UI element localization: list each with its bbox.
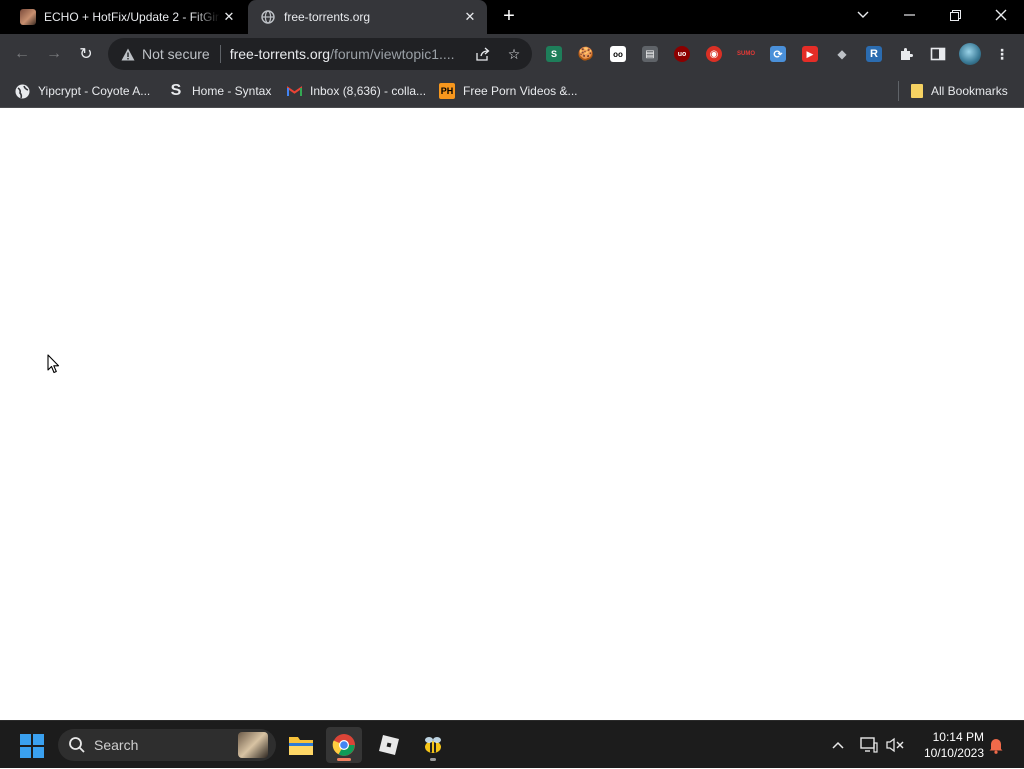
- warning-icon[interactable]: [120, 46, 136, 62]
- fitgirl-favicon-icon: [20, 9, 36, 25]
- file-explorer-button[interactable]: [283, 727, 319, 763]
- windows-logo-icon: [33, 747, 44, 758]
- windows-taskbar: Search 10:14 PM 10/10/2023: [0, 720, 1024, 768]
- youtube-extension-icon[interactable]: ▶: [802, 46, 818, 62]
- close-tab-icon[interactable]: ✕: [220, 8, 238, 26]
- back-button[interactable]: ←: [10, 42, 34, 66]
- tab-fitgirl[interactable]: ECHO + HotFix/Update 2 - FitGirl Repacks…: [8, 0, 246, 34]
- all-bookmarks-label: All Bookmarks: [931, 84, 1008, 98]
- extensions-puzzle-icon[interactable]: [898, 46, 914, 62]
- side-panel-icon[interactable]: [930, 46, 946, 62]
- bee-app-icon: [425, 737, 441, 753]
- forward-button[interactable]: →: [42, 42, 66, 66]
- close-tab-icon[interactable]: ✕: [461, 8, 479, 26]
- clock-date: 10/10/2023: [923, 746, 984, 760]
- profile-avatar-icon[interactable]: [959, 43, 981, 65]
- gmail-icon: [286, 83, 302, 99]
- windows-logo-icon: [33, 734, 44, 745]
- bookmark-label: Home - Syntax: [192, 84, 272, 98]
- taskbar-search[interactable]: Search: [58, 729, 276, 761]
- volume-muted-icon: [886, 737, 904, 753]
- address-bar[interactable]: Not secure free-torrents.org/forum/viewt…: [108, 38, 532, 70]
- translate-extension-icon[interactable]: ⟳: [770, 46, 786, 62]
- running-app-indicator: [430, 758, 436, 761]
- tab-search-button[interactable]: [840, 0, 886, 30]
- bookmark-label: Yipcrypt - Coyote A...: [38, 84, 151, 98]
- browser-extension-icon[interactable]: ▤: [642, 46, 658, 62]
- notification-bell-icon: [989, 739, 1003, 754]
- search-icon: [69, 737, 85, 753]
- gray-extension-icon[interactable]: ◆: [834, 46, 850, 62]
- search-label: Search: [94, 737, 139, 753]
- network-icon-button[interactable]: [858, 721, 880, 769]
- bookmark-yipcrypt[interactable]: Yipcrypt - Coyote A...: [14, 82, 150, 100]
- windows-logo-icon: [20, 734, 31, 745]
- restore-button[interactable]: [932, 0, 978, 30]
- browser-window: ECHO + HotFix/Update 2 - FitGirl Repacks…: [0, 0, 1024, 768]
- bookmark-syntax[interactable]: S Home - Syntax: [168, 82, 272, 100]
- ph-icon: PH: [439, 83, 455, 99]
- ghost-extension-icon[interactable]: oo: [610, 46, 626, 62]
- ublock-extension-icon[interactable]: uo: [674, 46, 690, 62]
- globe-icon: [260, 9, 276, 25]
- bookmark-label: Free Porn Videos &...: [463, 84, 578, 98]
- roblox-button[interactable]: [371, 727, 407, 763]
- tab-strip: ECHO + HotFix/Update 2 - FitGirl Repacks…: [0, 0, 1024, 34]
- s-letter-icon: S: [170, 82, 182, 99]
- chrome-icon: [332, 734, 355, 756]
- cookie-extension-icon[interactable]: 🍪: [578, 46, 594, 62]
- more-menu-icon[interactable]: ⋮: [994, 46, 1010, 62]
- bookmark-ph[interactable]: PH Free Porn Videos &...: [439, 82, 578, 100]
- share-icon[interactable]: [474, 46, 490, 62]
- page-content[interactable]: [0, 109, 1024, 720]
- close-window-button[interactable]: [978, 0, 1024, 30]
- bookmark-gmail[interactable]: Inbox (8,636) - colla...: [286, 82, 426, 100]
- url-text[interactable]: free-torrents.org/forum/viewtopic1....: [230, 46, 468, 62]
- tab-title: free-torrents.org: [284, 10, 371, 24]
- bookmarks-bar: Yipcrypt - Coyote A... S Home - Syntax I…: [0, 74, 1024, 108]
- taskbar-clock[interactable]: 10:14 PM 10/10/2023: [914, 729, 984, 761]
- tab-title: ECHO + HotFix/Update 2 - FitGirl Repacks: [44, 10, 220, 24]
- windows-logo-icon: [20, 747, 31, 758]
- folder-icon: [911, 84, 923, 98]
- close-icon: [995, 9, 1007, 21]
- bee-app-button[interactable]: [415, 727, 451, 763]
- restore-icon: [949, 9, 961, 21]
- minimize-icon: [903, 14, 915, 16]
- r-extension-icon[interactable]: R: [866, 46, 882, 62]
- volume-icon-button[interactable]: [884, 721, 906, 769]
- reload-button[interactable]: ↻: [74, 42, 98, 66]
- notifications-button[interactable]: [986, 721, 1006, 769]
- start-button[interactable]: [20, 734, 44, 758]
- chevron-down-icon: [857, 11, 869, 18]
- network-icon: [860, 737, 878, 753]
- url-host: free-torrents.org: [229, 46, 331, 62]
- sumo-extension-icon[interactable]: SUMO: [736, 46, 756, 62]
- file-explorer-icon: [289, 737, 313, 755]
- all-bookmarks-button[interactable]: All Bookmarks: [898, 81, 1008, 101]
- s-extension-icon[interactable]: S: [546, 46, 562, 62]
- tab-free-torrents[interactable]: free-torrents.org ✕: [248, 0, 487, 34]
- omnibox-divider: [219, 45, 221, 63]
- minimize-button[interactable]: [886, 0, 932, 30]
- new-tab-button[interactable]: +: [498, 6, 520, 28]
- bookmark-star-icon[interactable]: ☆: [506, 46, 522, 62]
- not-secure-label[interactable]: Not secure: [142, 46, 210, 62]
- show-hidden-icons-button[interactable]: [828, 721, 848, 769]
- browser-toolbar: ← → ↻ Not secure free-torrents.org/forum…: [0, 34, 1024, 74]
- bookmark-label: Inbox (8,636) - colla...: [310, 84, 427, 98]
- search-highlight-image: [238, 732, 268, 758]
- roblox-icon: [379, 735, 399, 755]
- mouse-cursor-icon: [47, 354, 60, 374]
- red-circle-extension-icon[interactable]: ◉: [706, 46, 722, 62]
- globe-icon: [14, 83, 30, 99]
- clock-time: 10:14 PM: [932, 730, 984, 744]
- chevron-up-icon: [832, 741, 844, 749]
- url-path: /forum/viewtopic1....: [330, 46, 455, 62]
- chrome-button[interactable]: [326, 727, 362, 763]
- active-app-indicator: [337, 758, 351, 761]
